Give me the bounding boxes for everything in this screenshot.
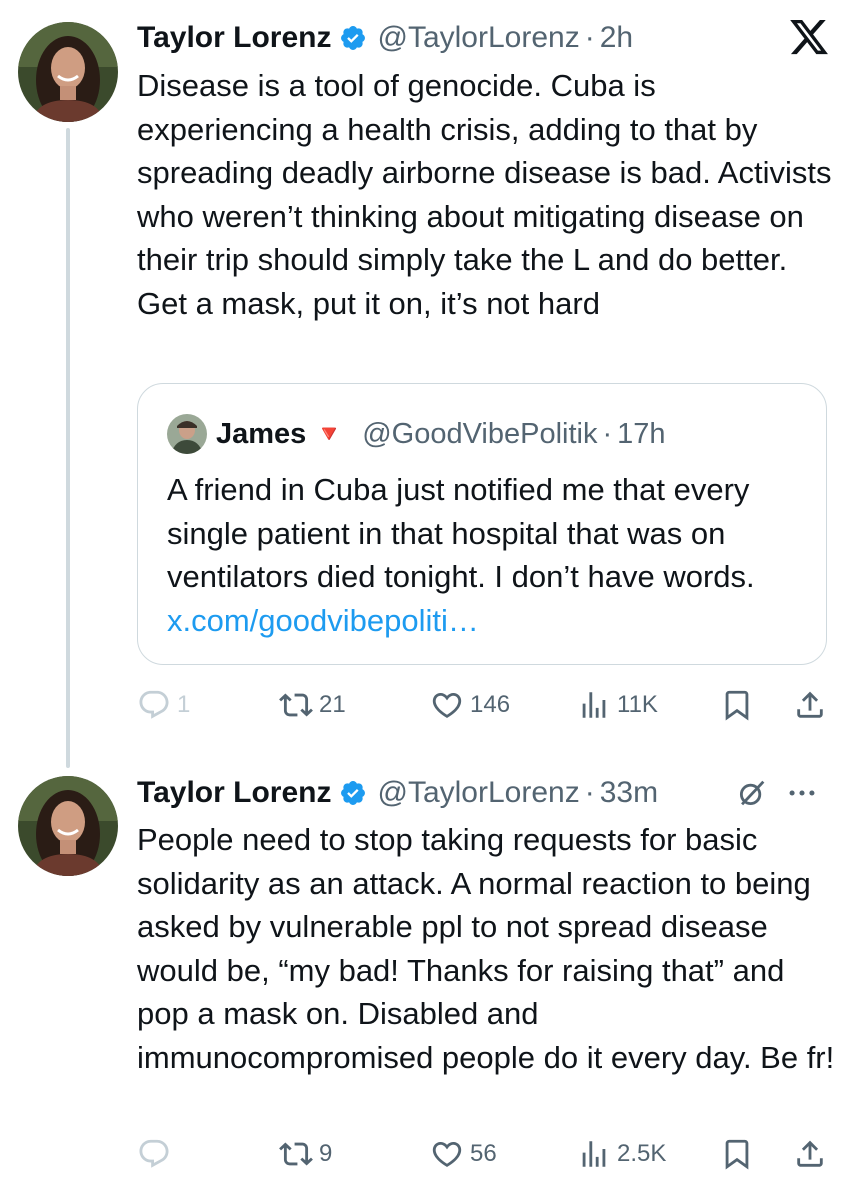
author-handle[interactable]: @TaylorLorenz bbox=[377, 21, 579, 55]
reply-count: 1 bbox=[177, 691, 191, 718]
repost-count: 21 bbox=[319, 691, 346, 718]
tweet-top-icons bbox=[735, 773, 819, 813]
share-button[interactable] bbox=[793, 1134, 827, 1174]
views-button[interactable]: 11K bbox=[577, 685, 658, 725]
quote-link[interactable]: x.com/goodvibepoliti… bbox=[167, 603, 479, 638]
red-triangle-emoji: 🔻 bbox=[314, 420, 345, 448]
bookmark-button[interactable] bbox=[720, 1134, 754, 1174]
avatar[interactable] bbox=[18, 22, 118, 122]
tweet-actions: 9 56 2.5K bbox=[137, 1134, 837, 1174]
grok-icon[interactable] bbox=[735, 776, 769, 810]
more-options-icon[interactable] bbox=[785, 776, 819, 810]
x-logo-icon[interactable] bbox=[788, 16, 830, 58]
like-button[interactable]: 56 bbox=[430, 1134, 497, 1174]
author-handle[interactable]: @TaylorLorenz bbox=[377, 776, 579, 810]
quote-author-name: James bbox=[216, 417, 307, 450]
like-count: 146 bbox=[470, 691, 511, 718]
verified-badge-icon bbox=[339, 779, 367, 807]
repost-button[interactable]: 9 bbox=[279, 1134, 332, 1174]
separator-dot: · bbox=[602, 417, 613, 450]
thread-connector-line bbox=[66, 128, 70, 768]
quote-body: A friend in Cuba just notified me that e… bbox=[167, 472, 755, 594]
timestamp[interactable]: 33m bbox=[600, 776, 658, 810]
author-name[interactable]: Taylor Lorenz bbox=[137, 776, 331, 810]
bookmark-button[interactable] bbox=[720, 685, 754, 725]
tweet-text: Disease is a tool of genocide. Cuba is e… bbox=[137, 68, 832, 321]
separator-dot: · bbox=[584, 776, 595, 809]
tweet-text: People need to stop taking requests for … bbox=[137, 822, 835, 1075]
views-count: 2.5K bbox=[617, 1140, 667, 1167]
like-button[interactable]: 146 bbox=[430, 685, 510, 725]
separator-dot: · bbox=[584, 21, 595, 54]
tweet-actions: 1 21 146 11K bbox=[137, 685, 837, 725]
quote-timestamp: 17h bbox=[617, 417, 666, 450]
like-count: 56 bbox=[470, 1140, 497, 1167]
share-button[interactable] bbox=[793, 685, 827, 725]
quote-tweet-card[interactable]: James 🔻 @GoodVibePolitik · 17h A friend … bbox=[137, 383, 827, 665]
views-button[interactable]: 2.5K bbox=[577, 1134, 666, 1174]
tweet-header: Taylor Lorenz @TaylorLorenz · 33m bbox=[137, 773, 658, 813]
reply-button[interactable] bbox=[137, 1134, 171, 1174]
repost-count: 9 bbox=[319, 1140, 333, 1167]
repost-button[interactable]: 21 bbox=[279, 685, 346, 725]
author-name[interactable]: Taylor Lorenz bbox=[137, 21, 331, 55]
views-count: 11K bbox=[617, 691, 658, 718]
quote-avatar bbox=[167, 414, 207, 454]
avatar[interactable] bbox=[18, 776, 118, 876]
reply-button[interactable]: 1 bbox=[137, 685, 190, 725]
verified-badge-icon bbox=[339, 24, 367, 52]
quote-header: James 🔻 @GoodVibePolitik · 17h bbox=[216, 414, 666, 454]
quote-author-handle: @GoodVibePolitik bbox=[362, 417, 598, 450]
quote-text: A friend in Cuba just notified me that e… bbox=[167, 468, 807, 642]
timestamp[interactable]: 2h bbox=[600, 21, 633, 55]
tweet-header: Taylor Lorenz @TaylorLorenz · 2h bbox=[137, 18, 633, 58]
